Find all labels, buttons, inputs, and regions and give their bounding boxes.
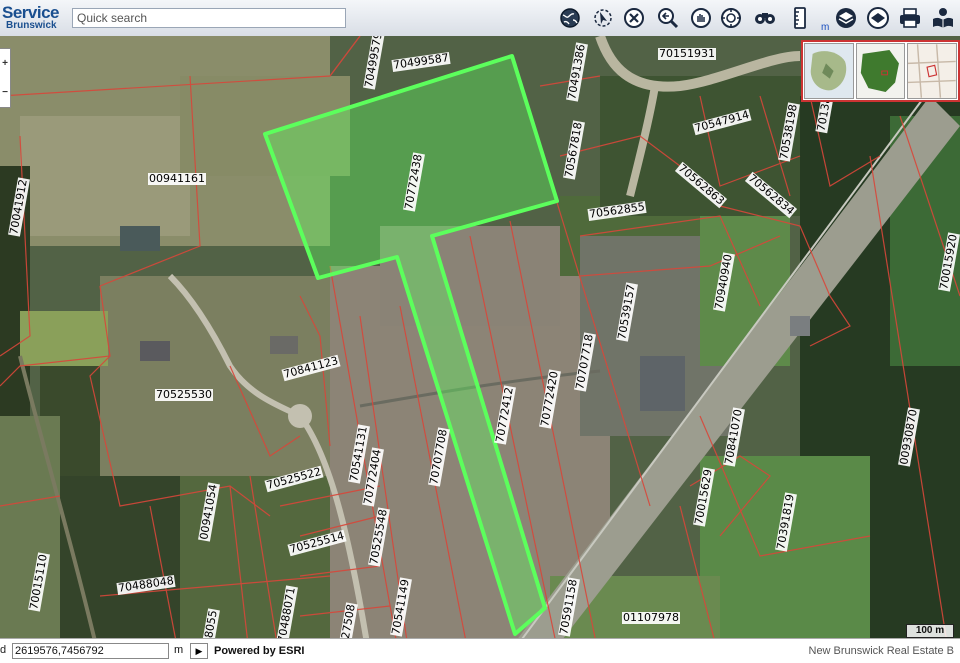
zoom-previous-icon[interactable] [655, 5, 681, 31]
print-icon[interactable] [897, 5, 923, 31]
overview-province[interactable] [855, 43, 906, 99]
scale-bar: 100 m [906, 624, 954, 638]
globe-icon[interactable] [557, 5, 583, 31]
status-bar: d m ▶ Powered by ESRI New Brunswick Real… [0, 638, 960, 663]
overview-maps[interactable] [801, 40, 960, 102]
powered-by-esri: Powered by ESRI [214, 645, 305, 657]
unit-toggle-button[interactable]: ▶ [190, 643, 208, 659]
logo-text-brunswick: Brunswick [6, 20, 57, 31]
zoom-out-button[interactable]: − [0, 78, 10, 107]
map-viewport[interactable]: 00941161 70499587 70499579 70491386 70151931… [0, 36, 960, 662]
attribution-text: New Brunswick Real Estate B [808, 645, 955, 657]
coordinates-field[interactable] [12, 643, 169, 659]
layers-icon[interactable] [833, 5, 859, 31]
quick-search-input[interactable] [72, 8, 346, 28]
service-nb-logo[interactable]: Service Brunswick [2, 3, 64, 33]
pan-hand-icon[interactable] [688, 5, 714, 31]
basemap-icon[interactable] [865, 5, 891, 31]
measure-icon[interactable] [787, 5, 813, 31]
zoom-in-button[interactable]: + [0, 49, 10, 78]
binoculars-icon[interactable] [752, 5, 778, 31]
toolbar-small-label: m [821, 22, 830, 33]
toolbar: Service Brunswick m [0, 0, 960, 37]
parcel-label[interactable]: 70151931 [658, 48, 716, 60]
parcel-label[interactable]: 01107978 [622, 612, 680, 624]
help-reader-icon[interactable] [930, 5, 956, 31]
unit-label: m [174, 644, 184, 656]
pointer-info-icon[interactable] [590, 5, 616, 31]
coordinates-label: d [0, 644, 7, 656]
clear-icon[interactable] [621, 5, 647, 31]
full-extent-icon[interactable] [718, 5, 744, 31]
overview-local[interactable] [907, 43, 958, 99]
overview-canada[interactable] [804, 43, 854, 99]
parcel-label[interactable]: 00941161 [148, 173, 206, 185]
zoom-control[interactable]: + − [0, 48, 11, 108]
parcel-label[interactable]: 70525530 [155, 389, 213, 401]
